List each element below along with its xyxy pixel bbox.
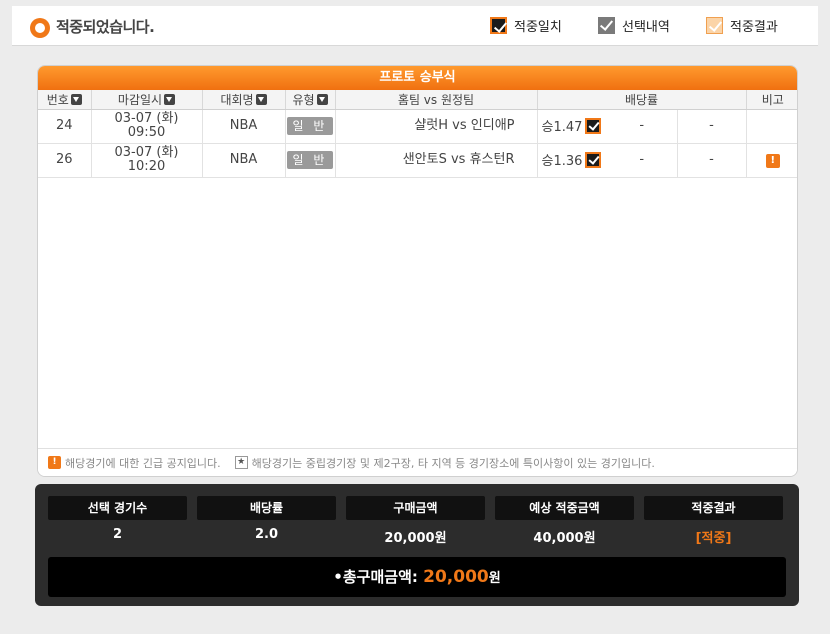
- summary-result: 적중결과 [적중]: [644, 496, 783, 546]
- table-row: 26 03-07 (화) 10:20 NBA 일 반 샌안토S vs 휴스턴R 승…: [38, 143, 797, 178]
- summary-count: 선택 경기수 2: [48, 496, 187, 542]
- legend-match: 적중일치: [490, 16, 562, 35]
- legend-result: 적중결과: [706, 16, 778, 35]
- row-odds-draw: -: [607, 143, 678, 178]
- legend-result-label: 적중결과: [730, 20, 778, 35]
- col-header-odds: 배당률: [537, 90, 747, 110]
- row-no: 24: [38, 109, 92, 144]
- summary-expected: 예상 적중금액 40,000원: [495, 496, 634, 546]
- pick-check-icon: [585, 151, 602, 168]
- match-table: 번호 마감일시 대회명 유형 홈팀 vs 원정팀 배당률 비고 24 03-07…: [38, 90, 797, 178]
- total-purchase-label: •총구매금액:: [333, 568, 418, 586]
- note-star-text: 해당경기는 중립경기장 및 제2구장, 타 지역 등 경기장소에 특이사항이 있…: [251, 456, 655, 470]
- summary-count-label: 선택 경기수: [48, 496, 187, 520]
- star-icon: ★: [234, 456, 248, 469]
- checked-orange-icon: [490, 17, 507, 34]
- summary-expected-value: 40,000원: [533, 531, 596, 546]
- row-odds-lose: -: [677, 109, 747, 144]
- table-header-row: 번호 마감일시 대회명 유형 홈팀 vs 원정팀 배당률 비고: [38, 90, 797, 110]
- row-deadline: 03-07 (화) 10:20: [91, 143, 203, 178]
- summary-purchase-label: 구매금액: [346, 496, 485, 520]
- row-odds-win: 승1.36: [537, 143, 607, 178]
- top-bar: 적중되었습니다. 적중일치 선택내역 적중결과: [12, 6, 818, 46]
- summary-odds-label: 배당률: [197, 496, 336, 520]
- summary-purchase-value: 20,000원: [384, 531, 447, 546]
- legend-selected: 선택내역: [598, 16, 670, 35]
- summary-purchase: 구매금액 20,000원: [346, 496, 485, 546]
- table-row: 24 03-07 (화) 09:50 NBA 일 반 샬럿H vs 인디애P 승1…: [38, 109, 797, 144]
- summary-expected-label: 예상 적중금액: [495, 496, 634, 520]
- col-header-deadline[interactable]: 마감일시: [91, 90, 203, 110]
- panel-title: 프로토 승부식: [38, 66, 797, 90]
- sort-icon[interactable]: [316, 93, 328, 105]
- row-match: 샌안토S vs 휴스턴R: [335, 143, 538, 178]
- summary-odds-value: 2.0: [254, 527, 279, 542]
- sort-icon[interactable]: [164, 93, 176, 105]
- col-header-remark: 비고: [746, 90, 797, 110]
- row-remark[interactable]: !: [746, 143, 797, 178]
- purchase-summary: 선택 경기수 2 배당률 2.0 구매금액 20,000원 예상 적중금액 40…: [35, 484, 799, 606]
- summary-count-value: 2: [112, 527, 123, 542]
- col-header-no[interactable]: 번호: [38, 90, 92, 110]
- proto-panel: 프로토 승부식 번호 마감일시 대회명 유형 홈팀 vs 원정팀 배당률 비고 …: [37, 65, 798, 477]
- row-league: NBA: [202, 109, 286, 144]
- legend-selected-label: 선택내역: [622, 20, 670, 35]
- row-odds-lose: -: [677, 143, 747, 178]
- row-league: NBA: [202, 143, 286, 178]
- col-header-type[interactable]: 유형: [285, 90, 336, 110]
- col-header-match: 홈팀 vs 원정팀: [335, 90, 538, 110]
- hit-status-icon: [30, 18, 50, 38]
- hit-status-title: 적중되었습니다.: [56, 18, 155, 36]
- row-match: 샬럿H vs 인디애P: [335, 109, 538, 144]
- sort-icon[interactable]: [255, 93, 267, 105]
- row-deadline: 03-07 (화) 09:50: [91, 109, 203, 144]
- row-type: 일 반: [285, 143, 336, 178]
- summary-result-label: 적중결과: [644, 496, 783, 520]
- checked-light-orange-icon: [706, 17, 723, 34]
- sort-icon[interactable]: [70, 93, 82, 105]
- row-odds-draw: -: [607, 109, 678, 144]
- warning-icon: !: [48, 456, 61, 469]
- total-purchase-unit: 원: [488, 571, 501, 586]
- row-no: 26: [38, 143, 92, 178]
- total-purchase-amount: 20,000: [423, 567, 489, 587]
- legend-match-label: 적중일치: [514, 20, 562, 35]
- notice-warning-icon[interactable]: !: [765, 153, 780, 168]
- summary-odds: 배당률 2.0: [197, 496, 336, 542]
- col-header-league[interactable]: 대회명: [202, 90, 286, 110]
- type-badge: 일 반: [286, 117, 334, 135]
- summary-result-value: [적중]: [695, 531, 732, 546]
- pick-check-icon: [585, 117, 602, 134]
- total-purchase-bar: •총구매금액: 20,000원: [48, 557, 786, 597]
- row-remark: [746, 109, 797, 144]
- note-warn-text: 해당경기에 대한 긴급 공지입니다.: [65, 456, 221, 470]
- panel-footnote: ! 해당경기에 대한 긴급 공지입니다. ★ 해당경기는 중립경기장 및 제2구…: [38, 448, 797, 476]
- checked-gray-icon: [598, 17, 615, 34]
- row-odds-win: 승1.47: [537, 109, 607, 144]
- type-badge: 일 반: [286, 151, 334, 169]
- row-type: 일 반: [285, 109, 336, 144]
